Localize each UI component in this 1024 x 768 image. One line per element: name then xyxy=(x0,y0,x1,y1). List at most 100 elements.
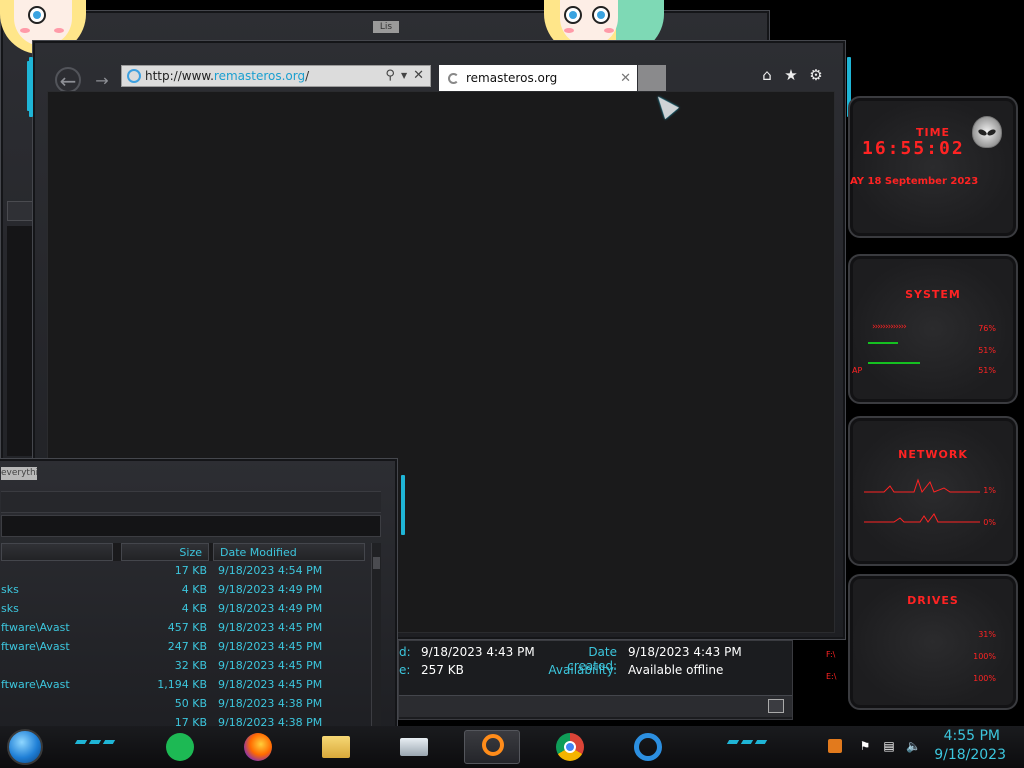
file-list-header: Size Date Modified xyxy=(1,543,365,561)
file-row[interactable]: 17 KB 9/18/2023 4:54 PM xyxy=(1,561,365,580)
background-window-tab[interactable] xyxy=(7,201,33,221)
file-list: Size Date Modified 17 KB 9/18/2023 4:54 P… xyxy=(1,543,365,732)
detail-value-3: 9/18/2023 4:43 PM xyxy=(628,645,742,659)
drive-value-2: 100% xyxy=(973,652,996,661)
stop-icon[interactable]: ✕ xyxy=(413,68,424,84)
file-row[interactable]: 50 KB 9/18/2023 4:38 PM xyxy=(1,694,365,713)
network-graph xyxy=(864,478,980,523)
network-gadget: NETWORK 1% 0% xyxy=(848,416,1018,566)
network-value-1: 1% xyxy=(983,486,996,495)
background-window-title: Lis xyxy=(373,21,399,33)
loading-spinner-icon xyxy=(448,72,459,84)
arrow-left-icon: ← xyxy=(59,69,77,93)
taskbar-internet-explorer[interactable] xyxy=(620,730,676,764)
tray-clock-time[interactable]: 4:55 PM xyxy=(944,728,1000,744)
detail-value-2: 257 KB xyxy=(421,663,464,677)
view-toggle-icon[interactable] xyxy=(768,699,784,713)
taskbar-search-app[interactable] xyxy=(464,730,520,764)
system-gadget: SYSTEM ››››››››››››› 76% 51% AP 51% xyxy=(848,254,1018,404)
chrome-icon xyxy=(556,733,584,761)
file-row[interactable]: sks 4 KB 9/18/2023 4:49 PM xyxy=(1,580,365,599)
alienware-logo-icon xyxy=(972,116,1002,148)
home-icon[interactable]: ⌂ xyxy=(757,65,777,85)
new-tab-button[interactable] xyxy=(638,65,666,91)
url-suffix: / xyxy=(305,69,310,83)
detail-label-4: Availability: xyxy=(548,663,617,677)
file-row[interactable]: ftware\Avast 247 KB 9/18/2023 4:45 PM xyxy=(1,637,365,656)
detail-value-4: Available offline xyxy=(628,663,724,677)
ie-favicon-icon xyxy=(127,69,141,83)
column-header-name[interactable] xyxy=(1,543,113,561)
tab-title: remasteros.org xyxy=(466,71,558,85)
system-value-1: 76% xyxy=(978,324,996,333)
details-status-bar xyxy=(399,695,792,717)
taskbar-accent xyxy=(74,740,88,744)
system-label-3: AP xyxy=(852,366,863,375)
details-pane: d: 9/18/2023 4:43 PM e: 257 KB Date crea… xyxy=(398,640,793,720)
taskbar-accent xyxy=(88,740,102,744)
explorer-toolbar xyxy=(1,491,381,513)
file-row[interactable]: ftware\Avast 457 KB 9/18/2023 4:45 PM xyxy=(1,618,365,637)
internet-explorer-icon xyxy=(634,733,662,761)
clock-time: 16:55:02 xyxy=(862,138,965,159)
file-explorer-icon xyxy=(322,736,350,758)
start-button[interactable] xyxy=(7,729,43,765)
taskbar-chrome[interactable] xyxy=(542,730,598,764)
accent-strip xyxy=(401,475,405,535)
url-host: remasteros.org xyxy=(213,69,306,83)
drives-gadget-title: DRIVES xyxy=(907,594,959,607)
scrollbar-thumb[interactable] xyxy=(373,557,380,569)
drives-gadget: DRIVES 31% F:\ 100% E:\ 100% xyxy=(826,574,1018,710)
clock-date: AY 18 September 2023 xyxy=(850,176,979,187)
taskbar-accent xyxy=(102,740,116,744)
taskbar-accent xyxy=(754,740,768,744)
file-row[interactable]: sks 4 KB 9/18/2023 4:49 PM xyxy=(1,599,365,618)
back-button[interactable]: ← xyxy=(55,67,81,93)
drive-value-3: 100% xyxy=(973,674,996,683)
address-bar[interactable]: http://www. remasteros.org / ⚲ ▼ ✕ xyxy=(121,65,431,87)
spotify-icon xyxy=(166,733,194,761)
network-icon[interactable]: ▤ xyxy=(882,739,896,753)
favorites-star-icon[interactable]: ★ xyxy=(781,65,801,85)
file-explorer-window: everything Size Date Modified 17 KB9/18/… xyxy=(0,458,405,739)
explorer-title: everything xyxy=(1,467,37,480)
taskbar-file-explorer[interactable] xyxy=(308,730,364,764)
file-row[interactable]: ftware\Avast 1,194 KB 9/18/2023 4:45 PM xyxy=(1,675,365,694)
arrow-right-icon: → xyxy=(95,71,109,90)
network-value-2: 0% xyxy=(983,518,996,527)
system-bar-2 xyxy=(868,362,920,364)
column-header-size[interactable]: Size xyxy=(121,543,209,561)
taskbar: ⚑ ▤ 🔈 4:55 PM 9/18/2023 xyxy=(0,726,1024,768)
forward-button[interactable]: → xyxy=(89,67,115,93)
browser-tab[interactable]: remasteros.org ✕ xyxy=(439,65,637,91)
firefox-icon xyxy=(244,733,272,761)
system-gadget-title: SYSTEM xyxy=(905,288,961,301)
cpu-load-chevrons: ››››››››››››› xyxy=(872,322,907,332)
system-value-2: 51% xyxy=(978,346,996,355)
explorer-search-input[interactable] xyxy=(1,515,381,537)
action-center-flag-icon[interactable]: ⚑ xyxy=(858,739,872,753)
column-header-date[interactable]: Date Modified xyxy=(213,543,365,561)
search-app-icon xyxy=(482,734,504,756)
taskbar-accent xyxy=(740,740,754,744)
file-rows: 17 KB 9/18/2023 4:54 PM sks 4 KB 9/18/2023 … xyxy=(1,561,365,732)
taskbar-network-app[interactable] xyxy=(386,730,442,764)
search-icon[interactable]: ⚲ xyxy=(385,68,395,84)
network-app-icon xyxy=(400,738,428,756)
file-list-scrollbar[interactable] xyxy=(371,543,381,739)
url-prefix: http://www. xyxy=(145,69,214,83)
close-tab-icon[interactable]: ✕ xyxy=(620,71,631,86)
detail-label-1: d: xyxy=(399,645,411,659)
taskbar-firefox[interactable] xyxy=(230,730,286,764)
dropdown-icon[interactable]: ▼ xyxy=(401,68,407,84)
drive-label-2: F:\ xyxy=(826,650,836,659)
tray-app-icon[interactable] xyxy=(828,739,842,753)
file-row[interactable]: 32 KB 9/18/2023 4:45 PM xyxy=(1,656,365,675)
taskbar-accent xyxy=(726,740,740,744)
network-gadget-title: NETWORK xyxy=(898,448,968,461)
taskbar-spotify[interactable] xyxy=(152,730,208,764)
detail-label-2: e: xyxy=(399,663,411,677)
settings-gear-icon[interactable]: ⚙ xyxy=(806,65,826,85)
tray-clock-date[interactable]: 9/18/2023 xyxy=(934,747,1006,763)
volume-icon[interactable]: 🔈 xyxy=(906,739,921,753)
